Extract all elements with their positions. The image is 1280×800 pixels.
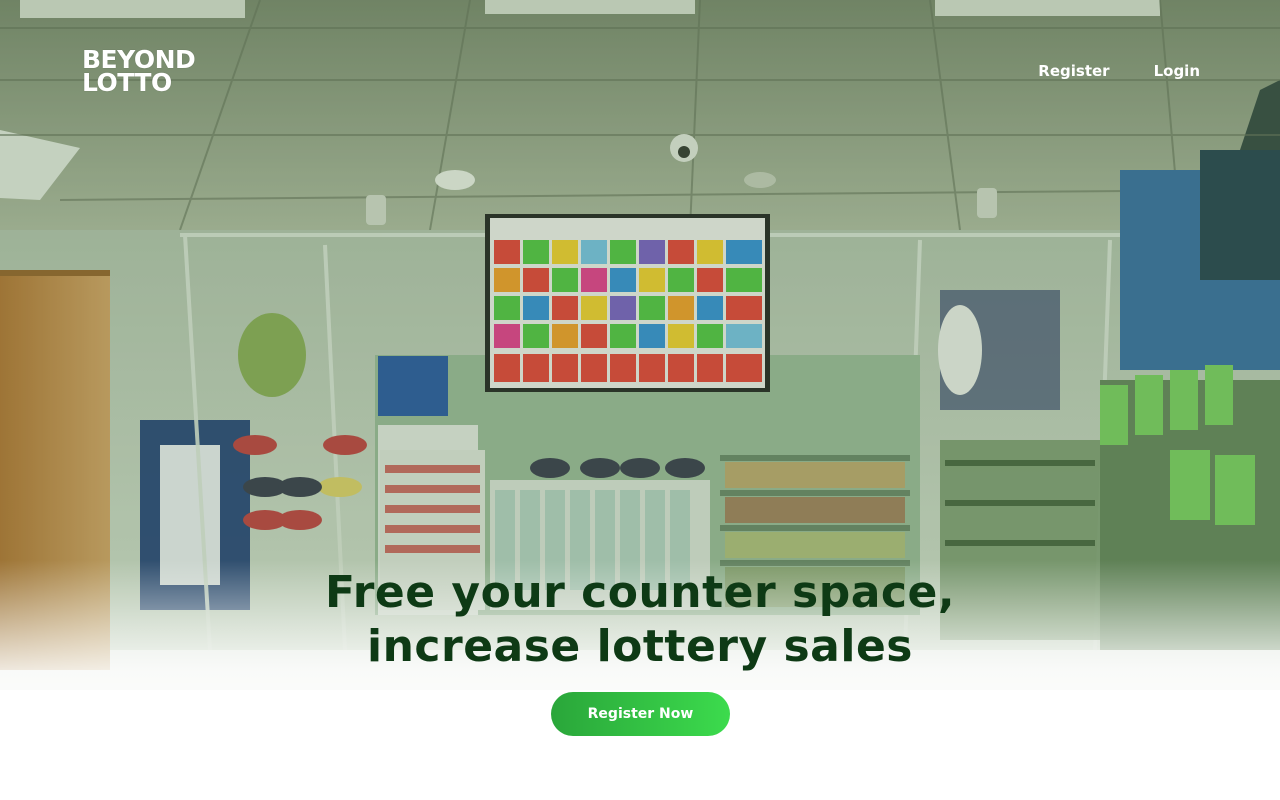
register-now-button[interactable]: Register Now bbox=[551, 692, 730, 736]
brand-logo-line2: LOTTO bbox=[82, 68, 172, 97]
top-nav: Register Login bbox=[1038, 60, 1200, 82]
login-link[interactable]: Login bbox=[1154, 60, 1200, 82]
landing-page: BEYOND LOTTO Register Login Free your co… bbox=[0, 0, 1280, 800]
brand-logo[interactable]: BEYOND LOTTO bbox=[82, 47, 196, 97]
hero-background-image bbox=[0, 0, 1280, 800]
hero-title: Free your counter space, increase lotter… bbox=[324, 567, 956, 672]
register-link[interactable]: Register bbox=[1038, 60, 1109, 82]
